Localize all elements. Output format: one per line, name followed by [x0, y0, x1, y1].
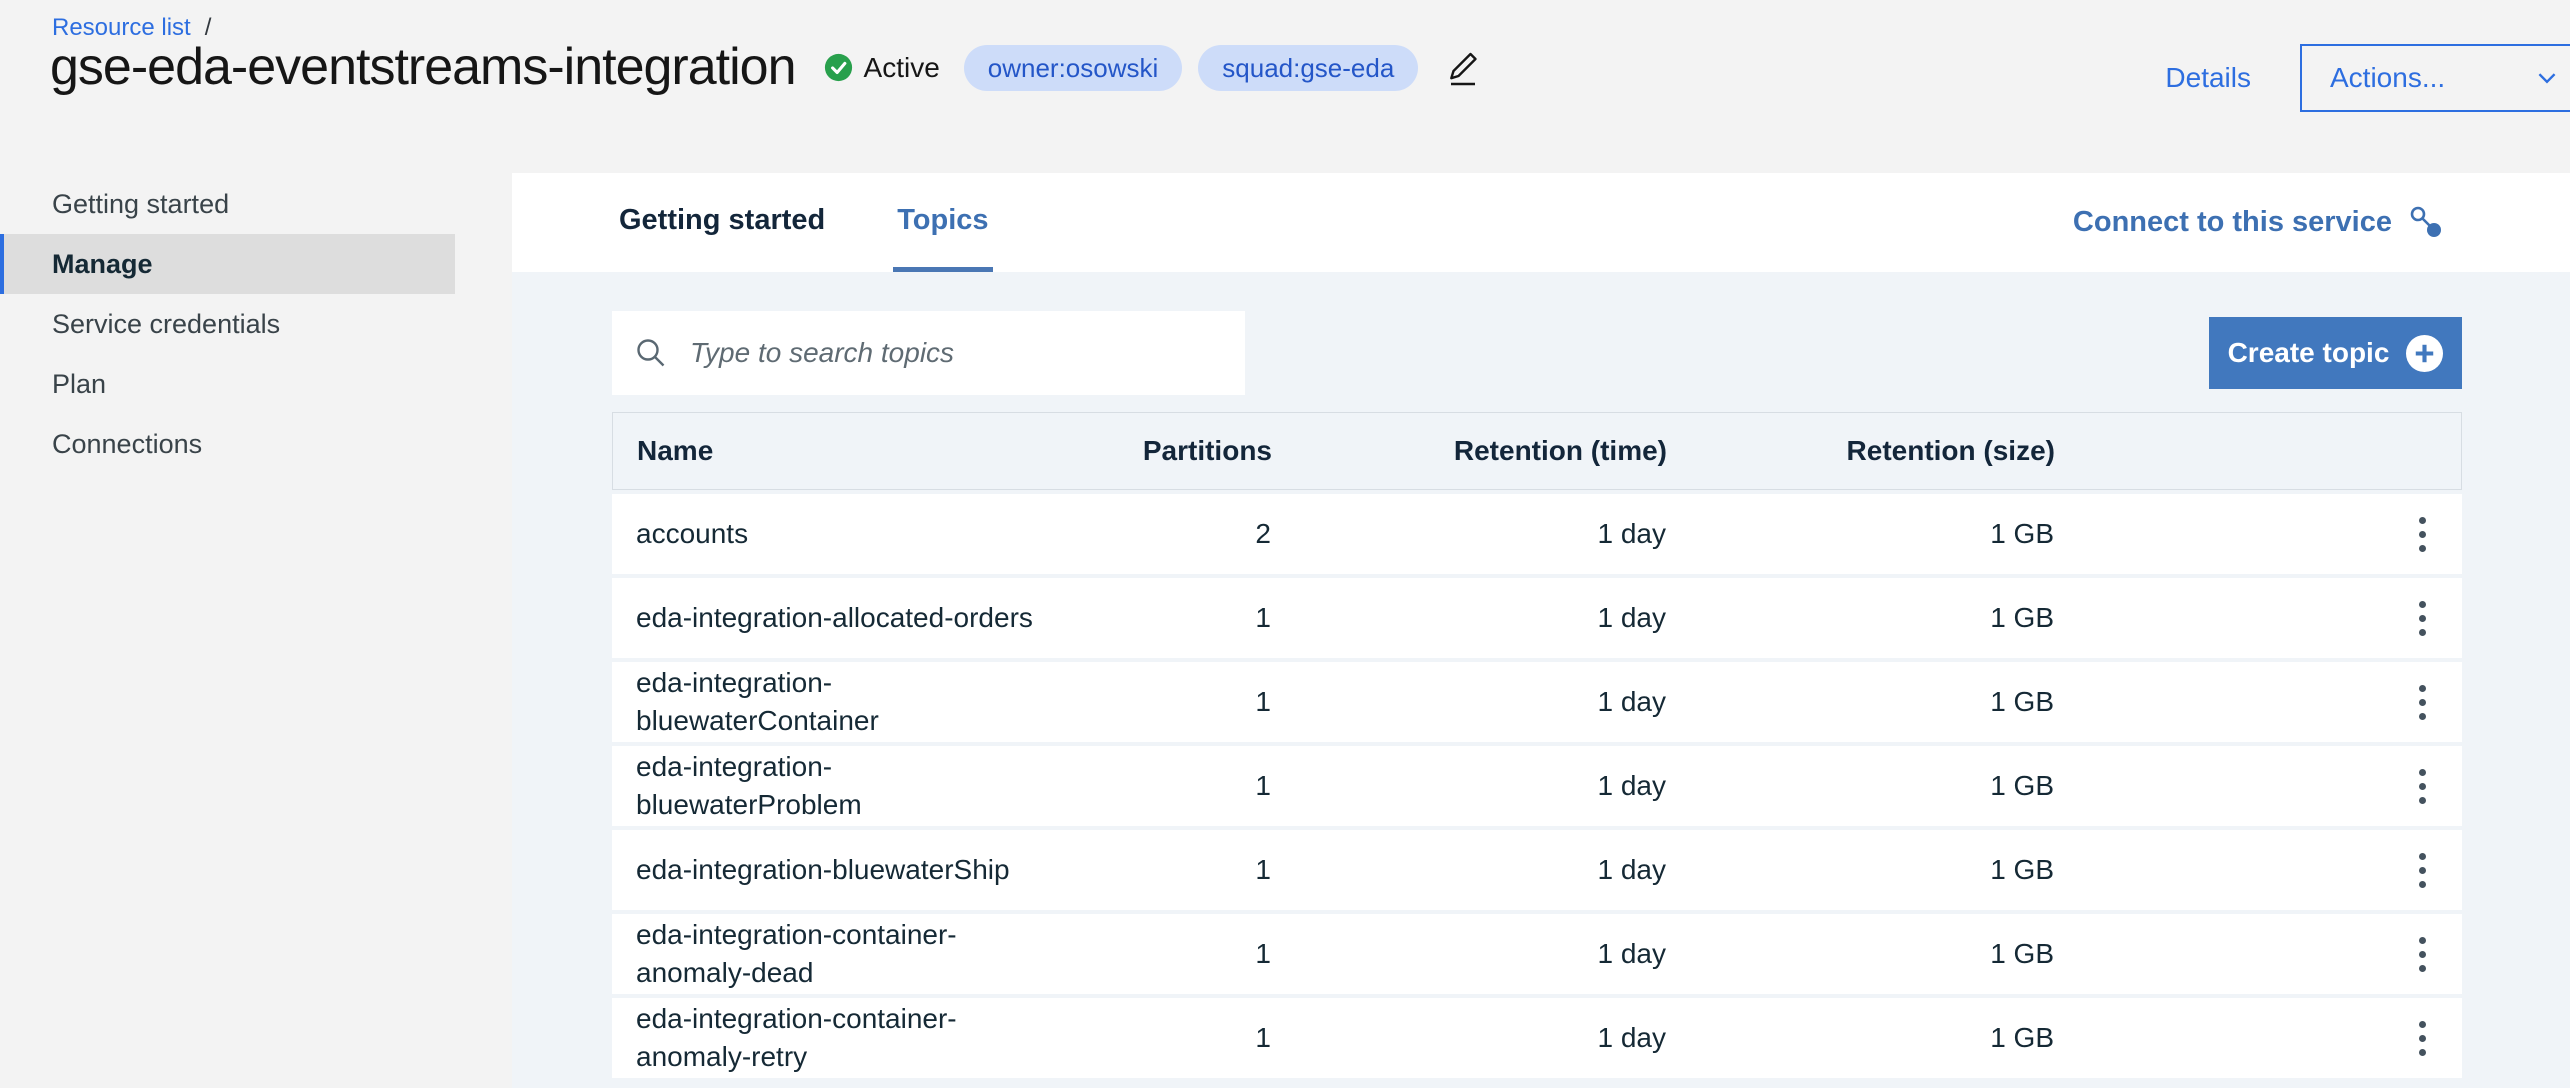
topic-retention-size: 1 GB — [1666, 686, 2054, 718]
sidebar-item-label: Plan — [52, 369, 106, 400]
tag[interactable]: squad:gse-eda — [1198, 45, 1418, 91]
chevron-down-icon — [2534, 65, 2560, 91]
topic-name: eda-integration-bluewaterShip — [612, 851, 1046, 889]
table-row: eda-integration-bluewaterProblem 1 1 day… — [612, 746, 2462, 826]
sidebar-item-label: Connections — [52, 429, 202, 460]
main-panel: Getting started Topics Connect to this s… — [512, 173, 2570, 1088]
sidebar-item[interactable]: Manage — [0, 234, 455, 294]
tag-list: owner:osowski squad:gse-eda — [964, 45, 1419, 91]
search-box — [612, 311, 1245, 395]
title-row: gse-eda-eventstreams-integration Active … — [50, 38, 1480, 98]
kebab-icon — [2419, 769, 2426, 776]
sidebar-item[interactable]: Plan — [0, 354, 455, 414]
topic-name: eda-integration-container-anomaly-retry — [612, 1000, 1046, 1076]
topic-retention-time: 1 day — [1271, 854, 1666, 886]
table-row: eda-integration-bluewaterShip 1 1 day 1 … — [612, 830, 2462, 910]
kebab-icon — [2419, 1021, 2426, 1028]
row-overflow-menu-button[interactable] — [2413, 511, 2432, 558]
table-row: accounts 2 1 day 1 GB — [612, 494, 2462, 574]
topic-retention-time: 1 day — [1271, 938, 1666, 970]
pencil-icon — [1444, 49, 1480, 87]
row-overflow-menu-button[interactable] — [2413, 679, 2432, 726]
check-circle-icon — [824, 53, 853, 82]
sidebar-item[interactable]: Getting started — [0, 174, 455, 234]
topic-retention-time: 1 day — [1271, 602, 1666, 634]
sidebar-item[interactable]: Service credentials — [0, 294, 455, 354]
topic-retention-size: 1 GB — [1666, 518, 2054, 550]
topic-name: eda-integration-container-anomaly-dead — [612, 916, 1046, 992]
sidebar-item-label: Getting started — [52, 189, 229, 220]
topics-toolbar: Create topic — [612, 311, 2462, 395]
create-topic-button[interactable]: Create topic — [2209, 317, 2462, 389]
page-title: gse-eda-eventstreams-integration — [50, 38, 796, 98]
table-row: eda-integration-container-anomaly-dead 1… — [612, 914, 2462, 994]
topic-retention-size: 1 GB — [1666, 938, 2054, 970]
actions-dropdown[interactable]: Actions... — [2300, 44, 2570, 112]
row-overflow-menu-button[interactable] — [2413, 763, 2432, 810]
tag[interactable]: owner:osowski — [964, 45, 1183, 91]
sidebar-item-label: Manage — [52, 249, 153, 280]
kebab-icon — [2419, 937, 2426, 944]
details-link[interactable]: Details — [2165, 62, 2251, 94]
table-body: accounts 2 1 day 1 GB eda-integration-al… — [612, 494, 2462, 1078]
plus-circle-icon — [2406, 335, 2443, 372]
topic-name: eda-integration-bluewaterContainer — [612, 664, 1046, 740]
table-row: eda-integration-container-anomaly-retry … — [612, 998, 2462, 1078]
row-overflow-menu-button[interactable] — [2413, 1015, 2432, 1062]
sidebar-item[interactable]: Connections — [0, 414, 455, 474]
topic-name: eda-integration-allocated-orders — [612, 599, 1046, 637]
column-header-retention-size: Retention (size) — [1667, 435, 2055, 467]
topic-partitions: 1 — [1046, 938, 1271, 970]
topic-retention-time: 1 day — [1271, 518, 1666, 550]
kebab-icon — [2419, 517, 2426, 524]
table-row: eda-integration-allocated-orders 1 1 day… — [612, 578, 2462, 658]
topic-name: accounts — [612, 515, 1046, 553]
topic-partitions: 2 — [1046, 518, 1271, 550]
topic-partitions: 1 — [1046, 602, 1271, 634]
topics-content: Create topic Name Partitions Retention (… — [512, 272, 2570, 1088]
topic-retention-size: 1 GB — [1666, 602, 2054, 634]
status-badge: Active — [824, 52, 940, 84]
edit-tags-button[interactable] — [1444, 49, 1480, 87]
topics-table: Name Partitions Retention (time) Retenti… — [612, 412, 2462, 1078]
column-header-retention-time: Retention (time) — [1272, 435, 1667, 467]
kebab-icon — [2419, 853, 2426, 860]
topic-retention-time: 1 day — [1271, 770, 1666, 802]
tab[interactable]: Topics — [893, 173, 992, 272]
tab[interactable]: Getting started — [615, 173, 829, 272]
row-overflow-menu-button[interactable] — [2413, 595, 2432, 642]
table-header-row: Name Partitions Retention (time) Retenti… — [612, 412, 2462, 490]
sidebar-item-label: Service credentials — [52, 309, 280, 340]
topic-retention-size: 1 GB — [1666, 770, 2054, 802]
topic-retention-size: 1 GB — [1666, 854, 2054, 886]
connect-to-service-link[interactable]: Connect to this service — [2073, 173, 2445, 272]
kebab-icon — [2419, 685, 2426, 692]
column-header-partitions: Partitions — [1047, 435, 1272, 467]
search-icon — [634, 336, 668, 370]
topic-retention-time: 1 day — [1271, 686, 1666, 718]
topic-partitions: 1 — [1046, 1022, 1271, 1054]
topic-partitions: 1 — [1046, 854, 1271, 886]
topic-partitions: 1 — [1046, 686, 1271, 718]
search-input[interactable] — [688, 336, 1229, 370]
kebab-icon — [2419, 601, 2426, 608]
table-row: eda-integration-bluewaterContainer 1 1 d… — [612, 662, 2462, 742]
create-topic-label: Create topic — [2228, 337, 2390, 369]
status-label: Active — [864, 52, 940, 84]
tab-bar: Getting started Topics Connect to this s… — [512, 173, 2570, 272]
sidebar: Getting started Manage Service credentia… — [0, 174, 455, 474]
topic-partitions: 1 — [1046, 770, 1271, 802]
topic-name: eda-integration-bluewaterProblem — [612, 748, 1046, 824]
actions-label: Actions... — [2330, 62, 2445, 94]
connect-link-label: Connect to this service — [2073, 206, 2392, 239]
row-overflow-menu-button[interactable] — [2413, 847, 2432, 894]
topic-retention-time: 1 day — [1271, 1022, 1666, 1054]
row-overflow-menu-button[interactable] — [2413, 931, 2432, 978]
topic-retention-size: 1 GB — [1666, 1022, 2054, 1054]
link-connection-icon — [2407, 204, 2445, 242]
column-header-name: Name — [613, 432, 1047, 470]
